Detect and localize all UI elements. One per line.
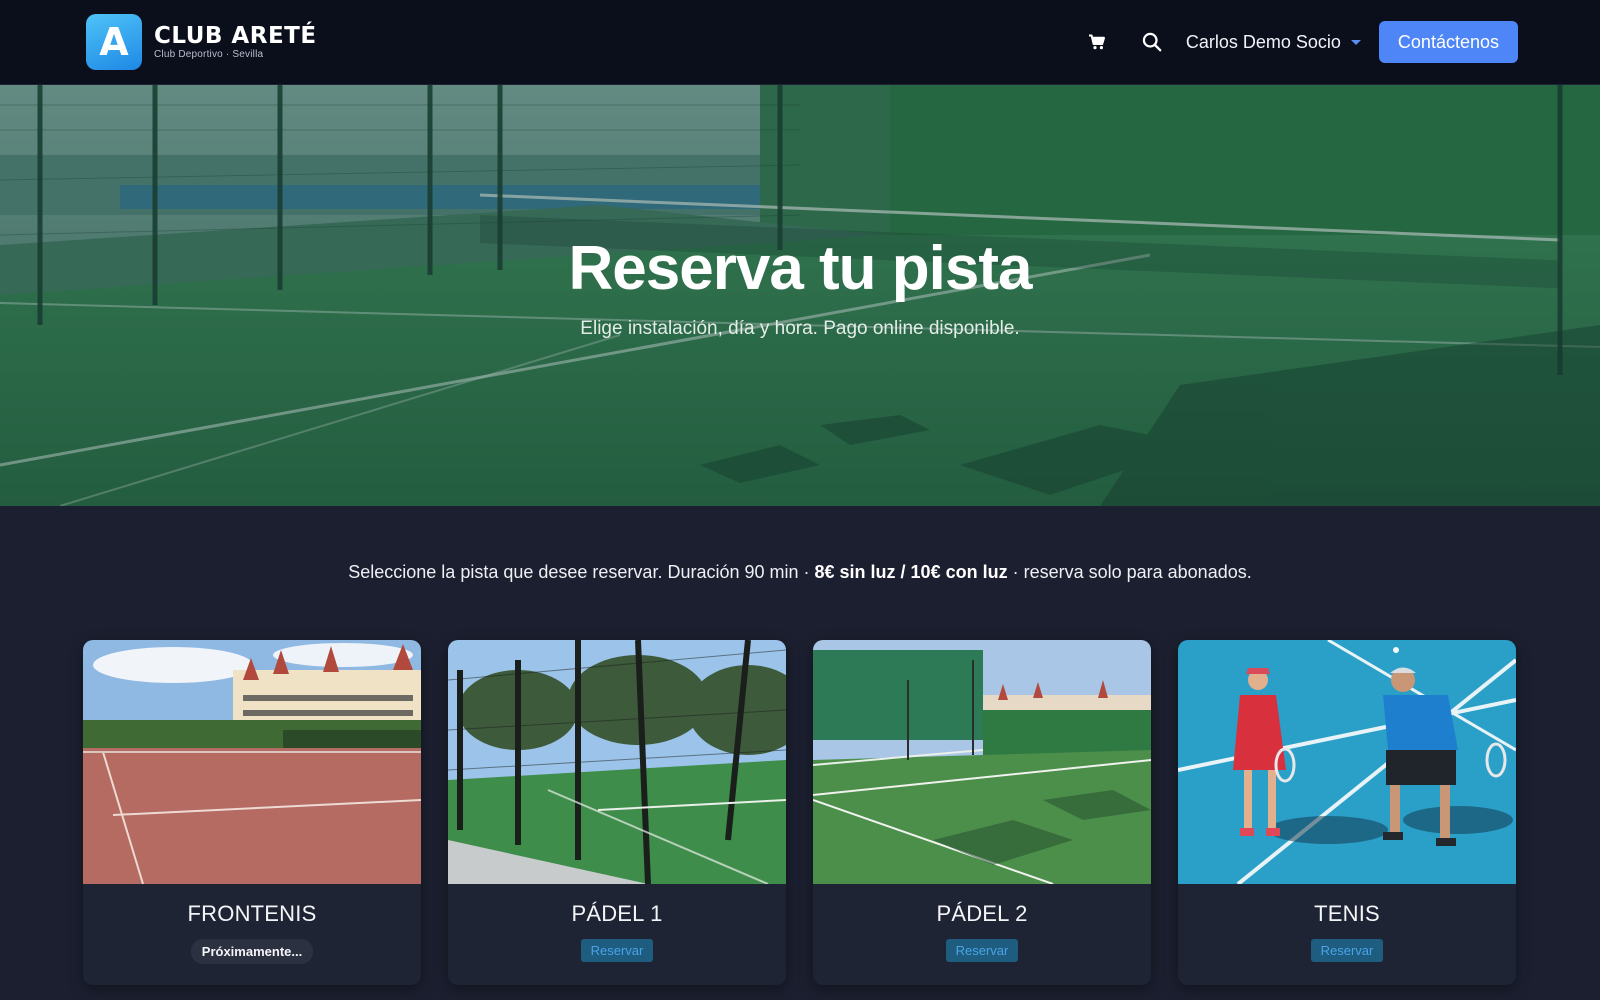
search-icon[interactable] xyxy=(1132,22,1172,62)
court-card-frontenis: FRONTENIS Próximamente... xyxy=(83,640,421,985)
user-name: Carlos Demo Socio xyxy=(1185,31,1341,52)
hero-title: Reserva tu pista xyxy=(568,234,1033,303)
court-card-padel-1: PÁDEL 1 Reservar xyxy=(448,640,786,985)
club-logo: A xyxy=(86,14,142,70)
reserve-button-padel-1[interactable]: Reservar xyxy=(580,939,654,962)
reserve-button-padel-2[interactable]: Reservar xyxy=(945,939,1019,962)
court-card-tenis: TENIS Reservar xyxy=(1178,640,1516,985)
price-info: 8€ sin luz / 10€ con luz xyxy=(814,562,1008,582)
court-card-padel-2: PÁDEL 2 Reservar xyxy=(813,640,1151,985)
coming-soon-badge: Próximamente... xyxy=(190,939,314,964)
chevron-down-icon xyxy=(1350,39,1361,45)
court-title: PÁDEL 1 xyxy=(571,901,663,926)
brand-tagline: Club Deportivo · Sevilla xyxy=(154,49,264,60)
brand-name: CLUB ARETÉ xyxy=(154,23,317,49)
padel-1-court-image xyxy=(448,640,786,884)
court-card-list: FRONTENIS Próximamente... PÁDEL 1 Reserv… xyxy=(83,640,1516,985)
frontenis-court-image xyxy=(83,640,421,884)
hero-banner: Reserva tu pista Elige instalación, día … xyxy=(0,85,1600,506)
reserve-button-tenis[interactable]: Reservar xyxy=(1310,939,1384,962)
court-title: PÁDEL 2 xyxy=(936,901,1028,926)
user-menu-dropdown[interactable]: Carlos Demo Socio xyxy=(1186,32,1361,53)
court-title: TENIS xyxy=(1314,901,1380,926)
booking-instructions: Seleccione la pista que desee reservar. … xyxy=(348,562,1252,582)
court-title: FRONTENIS xyxy=(187,901,317,926)
hero-subtitle: Elige instalación, día y hora. Pago onli… xyxy=(580,318,1020,339)
tennis-court-image xyxy=(1178,640,1516,884)
brand-logo-link[interactable]: A CLUB ARETÉ Club Deportivo · Sevilla xyxy=(86,14,317,70)
top-navbar: A CLUB ARETÉ Club Deportivo · Sevilla Ca… xyxy=(0,0,1600,85)
contact-button[interactable]: Contáctenos xyxy=(1378,21,1518,63)
cart-icon[interactable] xyxy=(1077,22,1117,62)
padel-2-court-image xyxy=(813,640,1151,884)
